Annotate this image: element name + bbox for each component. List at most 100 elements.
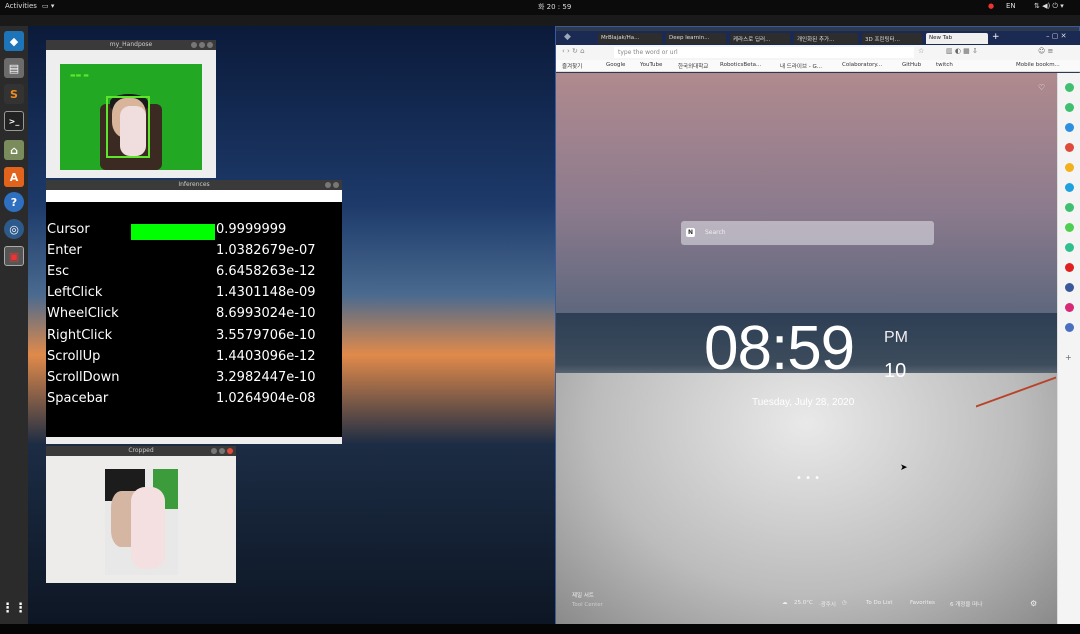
inference-value: 0.9999999 [216, 222, 287, 237]
close-icon[interactable] [333, 182, 339, 188]
help-icon[interactable]: ? [4, 192, 24, 212]
tab-keras[interactable]: 케라스로 딥러... [730, 33, 790, 44]
youtube-icon[interactable] [1065, 263, 1074, 272]
terminal-icon[interactable]: >_ [4, 111, 24, 131]
weather-icon[interactable]: ☁ [782, 600, 788, 606]
top-clock[interactable]: 화 20 : 59 [538, 2, 571, 12]
inferences-window-title[interactable]: Inferences [46, 180, 342, 190]
record-icon[interactable]: ● [988, 2, 994, 10]
footer-subtitle[interactable]: Tool Center [572, 602, 603, 608]
files-icon[interactable]: ▤ [4, 58, 24, 78]
minimize-icon[interactable] [191, 42, 197, 48]
maximize-icon[interactable] [325, 182, 331, 188]
minimize-icon[interactable] [211, 448, 217, 454]
sidebar-app-icon[interactable] [1065, 223, 1074, 232]
bookmark-item[interactable]: 한국외대학교 [678, 62, 708, 70]
chrome-icon[interactable]: ◎ [4, 219, 24, 239]
cropped-window-title[interactable]: Cropped [46, 446, 236, 456]
window-controls [325, 182, 339, 188]
unread-link[interactable]: 6 개정을 떠나 [950, 600, 982, 608]
clock-seconds: 10 [884, 360, 907, 382]
sidebar-app-icon[interactable] [1065, 103, 1074, 112]
maximize-icon[interactable] [219, 448, 225, 454]
sidebar-app-icon[interactable] [1065, 203, 1074, 212]
dock: ◆ ▤ S >_ ⌂ A ? ◎ ▣ ⋮⋮ [0, 26, 28, 624]
weather-location[interactable]: ·광주시 [819, 600, 836, 608]
tab-new-tab[interactable]: New Tab [926, 33, 988, 44]
favorites-link[interactable]: Favorites [910, 600, 935, 606]
sidebar-app-icon[interactable] [1065, 143, 1074, 152]
right-sidebar: + [1057, 73, 1080, 624]
inference-row: ScrollUp 1.4403096e-12 [46, 347, 342, 367]
toolbar: ‹ › ↻ ⌂ type the word or url ☆ ▥ ◐ ▦ ⇩ ☺… [556, 45, 1080, 60]
bookmark-item[interactable]: Mobile bookm... [1016, 62, 1060, 68]
show-apps-icon[interactable]: ⋮⋮ [1, 598, 27, 618]
gear-icon[interactable]: ⚙ [1030, 599, 1037, 608]
sidebar-app-icon[interactable] [1065, 323, 1074, 332]
menu-icon[interactable]: ☺ ≡ [1038, 47, 1053, 55]
bookmark-item[interactable]: 내 드라이브 - G... [780, 62, 822, 70]
timer-icon[interactable]: ◷ [842, 600, 847, 606]
sidebar-add-icon[interactable]: + [1065, 353, 1072, 362]
sublime-icon[interactable]: S [4, 84, 24, 104]
tab-github[interactable]: MrBlajak/Ha... [598, 33, 662, 44]
close-icon[interactable] [227, 448, 233, 454]
search-input[interactable]: N Search [681, 221, 934, 245]
home-folder-icon[interactable]: ⌂ [4, 140, 24, 160]
screen-recorder-icon[interactable]: ▣ [4, 246, 24, 266]
sidebar-app-icon[interactable] [1065, 183, 1074, 192]
url-input[interactable]: type the word or url [614, 47, 914, 58]
cropped-window: Cropped [46, 446, 236, 583]
activities-button[interactable]: Activities [5, 2, 37, 10]
sidebar-app-icon[interactable] [1065, 243, 1074, 252]
software-center-icon[interactable]: A [4, 167, 24, 187]
close-icon[interactable] [207, 42, 213, 48]
loading-dots: • • • [796, 473, 821, 484]
tab-label: 3D 프린팅터... [865, 37, 900, 43]
todo-link[interactable]: To Do List [866, 600, 893, 606]
maximize-icon[interactable] [199, 42, 205, 48]
inference-row: LeftClick 1.4301148e-09 [46, 283, 342, 303]
tab-3d-printing[interactable]: 3D 프린팅터... [862, 33, 922, 44]
inference-row: Esc 6.6458263e-12 [46, 262, 342, 282]
facebook-icon[interactable] [1065, 283, 1074, 292]
system-tray-icons[interactable]: ⇅ ◀) ⏻ ▾ [1034, 2, 1064, 11]
new-tab-page: ♡ N Search 08:59 PM 10 Tuesday, July 28,… [556, 73, 1057, 624]
bookmark-item[interactable]: YouTube [640, 62, 662, 68]
window-controls [211, 448, 233, 454]
tab-deep-learning[interactable]: Deep learnin... [666, 33, 726, 44]
extension-icons[interactable]: ▥ ◐ ▦ ⇩ [946, 47, 978, 55]
inference-label: Cursor [47, 222, 90, 237]
instagram-icon[interactable] [1065, 303, 1074, 312]
tab-personalized[interactable]: 개인화된 추가... [794, 33, 858, 44]
url-placeholder: type the word or url [618, 49, 678, 56]
inference-label: RightClick [47, 327, 113, 343]
inference-row: ScrollDown 3.2982447e-10 [46, 368, 342, 388]
bookmark-item[interactable]: Colaboratory... [842, 62, 882, 68]
app-menu-icon[interactable]: ▭ ▾ [42, 2, 54, 10]
vscode-icon[interactable]: ◆ [4, 31, 24, 51]
sidebar-app-icon[interactable] [1065, 163, 1074, 172]
browser-logo-icon[interactable]: ◆ [564, 32, 571, 42]
bookmark-item[interactable]: twitch [936, 62, 953, 68]
window-controls [191, 42, 213, 48]
date-text: Tuesday, July 28, 2020 [752, 397, 855, 408]
bookmark-item[interactable]: Google [606, 62, 625, 68]
bookmark-item[interactable]: 즐겨찾기 [562, 62, 582, 70]
tab-label: 케라스로 딥러... [733, 37, 771, 43]
weather-temp[interactable]: 25.0°C [794, 600, 813, 606]
settings-top-icon[interactable]: ♡ [1038, 83, 1045, 92]
new-tab-icon[interactable]: + [992, 32, 1000, 42]
bookmark-item[interactable]: RoboticsBeta... [720, 62, 761, 68]
window-controls-icon[interactable]: – ▢ ✕ [1046, 32, 1066, 40]
bookmark-star-icon[interactable]: ☆ [918, 47, 924, 55]
nav-arrows-icon[interactable]: ‹ › ↻ ⌂ [562, 47, 585, 55]
tab-label: Deep learnin... [669, 35, 710, 41]
footer-title[interactable]: 제일 서트 [572, 591, 594, 599]
bookmark-item[interactable]: GitHub [902, 62, 921, 68]
sidebar-app-icon[interactable] [1065, 123, 1074, 132]
sidebar-app-icon[interactable] [1065, 83, 1074, 92]
language-indicator[interactable]: EN [1006, 2, 1016, 10]
top-bar: Activities ▭ ▾ 화 20 : 59 ● EN ⇅ ◀) ⏻ ▾ [0, 0, 1080, 15]
inference-value: 1.4301148e-09 [216, 285, 316, 301]
